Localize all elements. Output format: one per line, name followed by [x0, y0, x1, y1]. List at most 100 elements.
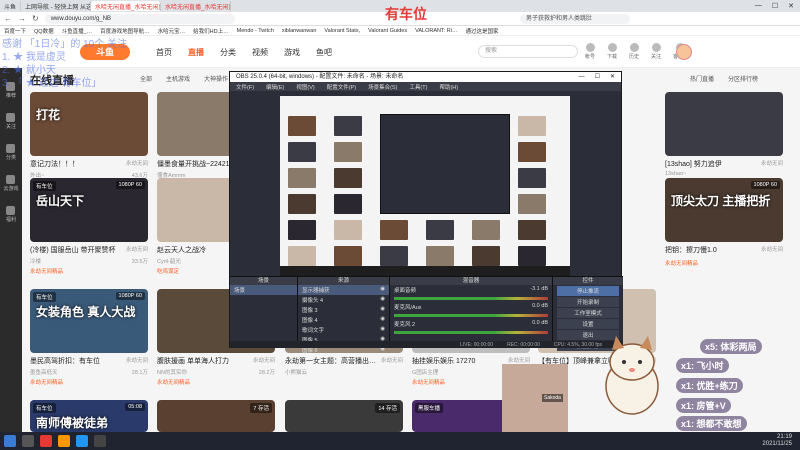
refresh-icon[interactable]: ↻ — [32, 14, 39, 23]
stream-tag[interactable]: 永劫无间精品 — [30, 267, 148, 275]
volume-meter[interactable] — [394, 297, 548, 300]
stream-thumbnail[interactable]: 岳山天下 有车位 1080P 60 — [30, 178, 148, 242]
nav-game[interactable]: 游戏 — [284, 47, 300, 58]
browser-search-input[interactable]: 男子获救护和男人类跳肚 — [520, 14, 630, 24]
obs-menu-edit[interactable]: 编辑(E) — [266, 83, 284, 91]
bookmark-item[interactable]: 给我们HD上… — [193, 27, 228, 35]
browser-tab[interactable]: 斗鱼 — [0, 1, 22, 11]
nav-category[interactable]: 分类 — [220, 47, 236, 58]
sidebar-item-category[interactable]: 分类 — [6, 144, 16, 161]
follow-icon[interactable]: 关注 — [651, 43, 661, 60]
bookmark-item[interactable]: 百度一下 — [4, 27, 26, 35]
start-icon[interactable] — [4, 435, 16, 447]
stream-tag[interactable]: 永劫无间精品 — [157, 378, 275, 386]
stream-tag[interactable]: 永劫无间精品 — [665, 259, 783, 267]
forward-icon[interactable]: → — [18, 14, 26, 23]
stream-card[interactable]: [13shao] 努力追伊永劫无间 13shao~ 永劫无间精品 — [665, 92, 783, 187]
bookmark-item[interactable]: QQ数据 — [34, 27, 54, 35]
stream-thumbnail[interactable]: 7 存活 — [157, 400, 275, 432]
stream-title[interactable]: 赵云天人之战冷 — [157, 245, 206, 255]
stream-title[interactable]: 把钥：擦刀慢1.0 — [665, 245, 717, 255]
volume-meter[interactable] — [394, 314, 548, 317]
stop-streaming-button[interactable]: 停止推流 — [557, 286, 619, 296]
nav-video[interactable]: 视频 — [252, 47, 268, 58]
source-item[interactable]: 歌词文字 ◉ — [298, 325, 389, 335]
maximize-button[interactable]: ☐ — [772, 2, 778, 10]
streamer-name[interactable]: G团店主理 — [412, 368, 438, 376]
bookmark-item[interactable]: 通过这是国家 — [466, 27, 499, 35]
taskbar-clock[interactable]: 21:19 2021/11/25 — [762, 434, 800, 448]
obs-app-icon[interactable] — [94, 435, 106, 447]
studio-mode-button[interactable]: 工作室模式 — [557, 308, 619, 318]
streamer-name[interactable]: 小熊猫云 — [285, 368, 307, 376]
stream-title[interactable]: (冷楼) 国服岳山 带开聚赞杯 — [30, 245, 116, 255]
back-icon[interactable]: ← — [4, 14, 12, 23]
stream-thumbnail[interactable]: 南师傅被徒弟 有车位 05:08 — [30, 400, 148, 432]
app-icon[interactable] — [76, 435, 88, 447]
stream-card[interactable]: 14 存活 — [285, 400, 403, 432]
obs-maximize-button[interactable]: ☐ — [595, 72, 600, 82]
eye-icon[interactable]: ◉ — [380, 306, 385, 314]
eye-icon[interactable]: ◉ — [380, 326, 385, 334]
stream-title[interactable]: 永劫第一女主题：高营播出… — [285, 356, 376, 366]
history-icon[interactable]: 历史 — [629, 43, 639, 60]
eye-icon[interactable]: ◉ — [380, 296, 385, 304]
bookmark-item[interactable]: Valorant Stats, — [324, 28, 360, 34]
tab-pro[interactable]: 大神操作 — [204, 74, 228, 83]
obs-menu-help[interactable]: 帮助(H) — [439, 83, 458, 91]
hot-live-link[interactable]: 热门直播 — [690, 74, 714, 83]
obs-menu-profile[interactable]: 配置文件(P) — [327, 83, 356, 91]
settings-button[interactable]: 设置 — [557, 319, 619, 329]
eye-icon[interactable]: ◉ — [380, 316, 385, 324]
obs-menu-tools[interactable]: 工具(T) — [409, 83, 427, 91]
tab-all[interactable]: 全部 — [140, 74, 152, 83]
stream-card[interactable]: 顶尖太刀 主播把折 1080P 60 把钥：擦刀慢1.0 永劫无间 永劫无间精品 — [665, 178, 783, 273]
stream-title[interactable]: 墨民高驾折扣：有车位 — [30, 356, 100, 366]
nav-home[interactable]: 首页 — [156, 47, 172, 58]
tab-console[interactable]: 主机游戏 — [166, 74, 190, 83]
bookmark-item[interactable]: Mendo - Twitch — [237, 28, 274, 34]
stream-card[interactable]: 岳山天下 有车位 1080P 60 (冷楼) 国服岳山 带开聚赞杯 永劫无间 冷楼… — [30, 178, 148, 275]
browser-tab[interactable]: 上网导航 - 轻快上网 从这里开始 — [21, 1, 92, 11]
source-item[interactable]: 显示器捕获 ◉ — [298, 285, 389, 295]
stream-thumbnail[interactable]: 女装角色 真人大战 有车位 1080P 60 — [30, 289, 148, 353]
download-icon[interactable]: 下载 — [607, 43, 617, 60]
bookmark-item[interactable]: VALORANT: Ri… — [415, 28, 457, 34]
bookmark-item[interactable]: xiblanwanwan — [282, 28, 317, 34]
streamer-name[interactable]: 13shao~ — [665, 171, 686, 177]
nav-fishbar[interactable]: 鱼吧 — [316, 47, 332, 58]
stream-card[interactable]: 打花 意记刀法！！！永劫无间 外出~43.6万 永劫无间精品 — [30, 92, 148, 189]
close-button[interactable]: ✕ — [788, 2, 794, 10]
stream-title[interactable]: 腹肤援画 单单海人打力 — [157, 356, 229, 366]
obs-menu-scenecollection[interactable]: 场景集合(S) — [368, 83, 397, 91]
sidebar-item-welfare[interactable]: 福利 — [6, 206, 16, 223]
stream-card[interactable]: 7 存活 — [157, 400, 275, 432]
stream-title[interactable]: [13shao] 努力追伊 — [665, 159, 722, 169]
minimize-button[interactable]: — — [755, 2, 762, 10]
url-input[interactable]: www.douyu.com/g_NB — [44, 13, 235, 24]
bookmark-item[interactable]: 斗鱼直播_… — [62, 27, 93, 35]
stream-title[interactable]: 抽挂娱乐娱乐 17270 — [412, 356, 475, 366]
bookmark-item[interactable]: 百度游戏地图导航… — [100, 27, 150, 35]
stream-title[interactable]: 僵墨食量开挑战~22421 — [157, 159, 230, 169]
stream-card[interactable]: 南师傅被徒弟 有车位 05:08 — [30, 400, 148, 432]
search-icon[interactable] — [22, 435, 34, 447]
stream-title[interactable]: 意记刀法！！！ — [30, 159, 79, 169]
streamer-name[interactable]: Cyril-韶光 — [157, 257, 181, 265]
nav-live[interactable]: 直播 — [188, 47, 204, 58]
eye-icon[interactable]: ◉ — [380, 286, 385, 294]
streamer-name[interactable]: NN的其实你 — [157, 368, 187, 376]
scene-item[interactable]: 场景 — [230, 285, 297, 295]
browser-tab[interactable]: 水哈无闲直播_水哈无闲直播视频 — [161, 1, 232, 11]
stream-thumbnail[interactable] — [665, 92, 783, 156]
volume-meter[interactable] — [394, 331, 548, 334]
stream-thumbnail[interactable]: 14 存活 — [285, 400, 403, 432]
stream-card[interactable]: 女装角色 真人大战 有车位 1080P 60 墨民高驾折扣：有车位 永劫无间 墨鱼… — [30, 289, 148, 386]
avatar[interactable] — [676, 44, 692, 60]
stream-thumbnail[interactable]: 顶尖太刀 主播把折 1080P 60 — [665, 178, 783, 242]
obs-minimize-button[interactable]: — — [579, 72, 585, 82]
browser-tab-active[interactable]: 水哈无闲直播_水哈无闲直播视频 — [91, 1, 162, 11]
bookmark-item[interactable]: Valorant Guides — [368, 28, 407, 34]
app-icon[interactable] — [40, 435, 52, 447]
obs-menu-view[interactable]: 视图(V) — [296, 83, 314, 91]
